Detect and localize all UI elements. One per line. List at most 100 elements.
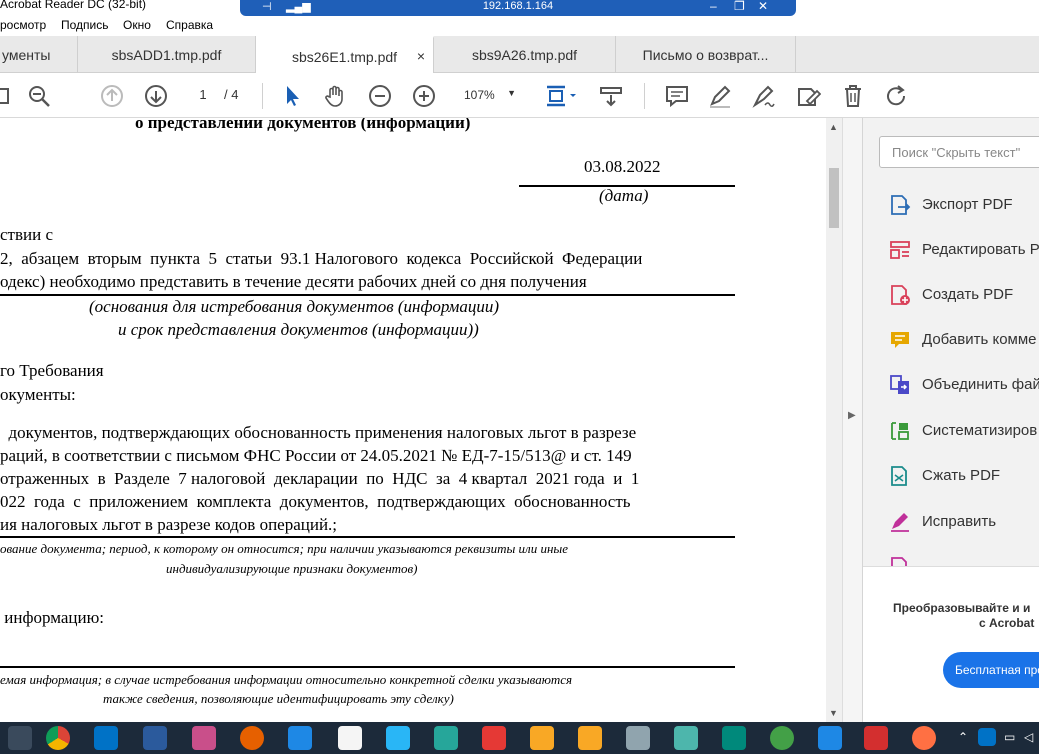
documents-caption: индивидуализирующие признаки документов): [166, 561, 418, 576]
minimize-icon[interactable]: –: [710, 0, 717, 13]
tool-edit-pdf[interactable]: Редактировать P: [889, 237, 1039, 265]
text-line: 2, абзацем вторым пункта 5 статьи 93.1 Н…: [0, 249, 643, 268]
main-toolbar: 1 / 4 107% ▼: [0, 73, 1039, 118]
basis-underline: [0, 294, 735, 296]
comment-icon[interactable]: [664, 83, 690, 109]
sign-icon[interactable]: [751, 83, 777, 109]
document-scrollbar[interactable]: ▲ ▼: [826, 118, 842, 722]
app-title: Acrobat Reader DC (32-bit): [0, 0, 147, 11]
tool-label: Объединить фай: [922, 376, 1039, 393]
1c-icon[interactable]: [578, 726, 602, 750]
tab-documents[interactable]: ументы: [0, 36, 78, 73]
app-icon[interactable]: [818, 726, 842, 750]
text-line: ствии с: [0, 225, 53, 244]
tool-label: Систематизиров: [922, 422, 1038, 439]
task-view-icon[interactable]: [8, 726, 32, 750]
rdp-connection-bar[interactable]: ⊣ ▂▄▆ 192.168.1.164 – ❐ ✕: [240, 0, 796, 16]
tray-network-icon[interactable]: ▭: [1004, 730, 1015, 744]
previous-page-icon[interactable]: [99, 83, 125, 109]
scroll-mode-icon[interactable]: [598, 83, 624, 109]
app-icon[interactable]: [912, 726, 936, 750]
tray-volume-icon[interactable]: ◁: [1024, 730, 1033, 744]
tool-more[interactable]: [889, 554, 1039, 566]
chrome-icon[interactable]: [46, 726, 70, 750]
tray-chevron-up-icon[interactable]: ⌃: [958, 730, 968, 744]
hand-tool-icon[interactable]: [323, 83, 349, 109]
tab-letter[interactable]: Письмо о возврат...: [616, 36, 796, 73]
menu-window[interactable]: Окно: [123, 18, 151, 32]
app-icon[interactable]: [386, 726, 410, 750]
close-icon[interactable]: ✕: [758, 0, 768, 13]
documents-caption: ование документа; период, к которому он …: [0, 541, 569, 556]
tool-organize-pages[interactable]: Систематизиров: [889, 418, 1039, 446]
free-trial-button[interactable]: Бесплатная про: [943, 652, 1039, 688]
acrobat-icon[interactable]: [864, 726, 888, 750]
fit-page-icon[interactable]: [544, 83, 578, 109]
tool-compress-pdf[interactable]: Сжать PDF: [889, 463, 1039, 491]
chevron-down-icon: ▼: [507, 88, 516, 98]
outlook-icon[interactable]: [94, 726, 118, 750]
app-icon[interactable]: [288, 726, 312, 750]
anydesk-icon[interactable]: [482, 726, 506, 750]
zoom-out-search-icon[interactable]: [26, 83, 52, 109]
zoom-level-select[interactable]: 107% ▼: [454, 84, 522, 106]
tab-label: sbs26E1.tmp.pdf: [291, 49, 398, 65]
tool-create-pdf[interactable]: Создать PDF: [889, 282, 1039, 310]
tab-sbs26e1[interactable]: sbs26E1.tmp.pdf ×: [256, 36, 434, 73]
menu-view[interactable]: росмотр: [0, 18, 46, 32]
highlight-pen-icon[interactable]: [707, 83, 733, 109]
more-tool-icon: [891, 557, 907, 566]
document-page[interactable]: о представлении документов (информации) …: [0, 118, 826, 722]
zoom-out-icon[interactable]: [367, 83, 393, 109]
tab-label: Письмо о возврат...: [642, 47, 769, 63]
tool-label: Редактировать P: [922, 241, 1039, 258]
tab-label: ументы: [2, 47, 51, 63]
icq-icon[interactable]: [770, 726, 794, 750]
edit-document-icon[interactable]: [795, 83, 822, 109]
tool-label: Исправить: [922, 513, 997, 530]
tab-sbsadd1[interactable]: sbsADD1.tmp.pdf: [78, 36, 256, 73]
next-page-icon[interactable]: [143, 83, 169, 109]
monitor-icon[interactable]: [626, 726, 650, 750]
text-line: информацию:: [0, 608, 105, 627]
tool-fill-sign[interactable]: Исправить: [889, 509, 1039, 537]
tool-label: Добавить комме: [922, 331, 1037, 348]
basis-caption: и срок представления документов (информа…: [118, 320, 479, 339]
scrollbar-thumb[interactable]: [829, 168, 839, 228]
text-line: отраженных в Разделе 7 налоговой деклара…: [0, 469, 640, 488]
combine-files-icon: [890, 375, 909, 394]
tool-combine-files[interactable]: Объединить фай: [889, 372, 1039, 400]
tool-add-comment[interactable]: Добавить комме: [889, 327, 1039, 355]
app-icon[interactable]: [722, 726, 746, 750]
text-line: 022 года с приложением комплекта докумен…: [0, 492, 631, 511]
scroll-up-icon[interactable]: ▲: [829, 122, 838, 132]
comment-icon: [891, 332, 909, 348]
menu-sign[interactable]: Подпись: [61, 18, 109, 32]
app-icon[interactable]: [434, 726, 458, 750]
delete-icon[interactable]: [840, 83, 866, 109]
tab-close-icon[interactable]: ×: [417, 48, 425, 64]
restore-icon[interactable]: ❐: [734, 0, 745, 13]
page-number-input[interactable]: 1: [188, 84, 218, 106]
app-icon[interactable]: [143, 726, 167, 750]
menu-help[interactable]: Справка: [166, 18, 213, 32]
rotate-icon[interactable]: [884, 83, 910, 109]
app-icon[interactable]: [674, 726, 698, 750]
windows-taskbar: ⌃ ▭ ◁: [0, 722, 1039, 754]
app-icon[interactable]: [192, 726, 216, 750]
zoom-in-icon[interactable]: [411, 83, 437, 109]
tab-sbs9a26[interactable]: sbs9A26.tmp.pdf: [434, 36, 616, 73]
tools-search-input[interactable]: Поиск "Скрыть текст": [879, 136, 1039, 168]
text-line: раций, в соответствии с письмом ФНС Росс…: [0, 446, 632, 465]
tab-label: sbs9A26.tmp.pdf: [471, 47, 578, 63]
scroll-down-icon[interactable]: ▼: [829, 708, 838, 718]
firefox-icon[interactable]: [240, 726, 264, 750]
panel-collapse-handle[interactable]: ▶: [842, 118, 862, 722]
select-cursor-icon[interactable]: [280, 83, 306, 109]
1c-icon[interactable]: [530, 726, 554, 750]
document-icon[interactable]: [338, 726, 362, 750]
chevron-right-icon[interactable]: ▶: [848, 410, 856, 421]
tool-export-pdf[interactable]: Экспорт PDF: [889, 192, 1039, 220]
print-icon[interactable]: [0, 83, 12, 109]
tray-outlook-icon[interactable]: [978, 728, 996, 746]
